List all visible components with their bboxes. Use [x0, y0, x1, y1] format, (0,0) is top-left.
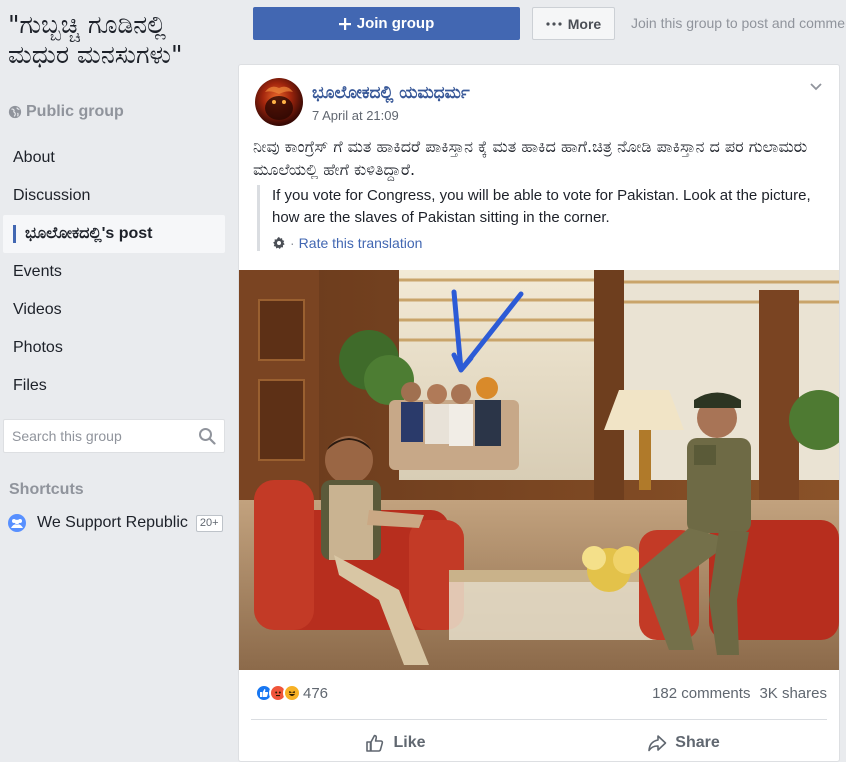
- share-label: Share: [675, 734, 720, 751]
- translation-block: If you vote for Congress, you will be ab…: [257, 185, 829, 251]
- action-divider: [251, 719, 827, 720]
- sidebar-item-photos[interactable]: Photos: [0, 329, 230, 367]
- separator-dot: ·: [290, 235, 295, 251]
- sidebar-item-discussion[interactable]: Discussion: [0, 177, 230, 215]
- thumbs-up-icon: [366, 734, 384, 752]
- sidebar-item-label: About: [13, 149, 55, 166]
- join-group-button[interactable]: Join group: [253, 7, 520, 40]
- translation-text: If you vote for Congress, you will be ab…: [272, 187, 811, 226]
- sidebar-item-files[interactable]: Files: [0, 367, 230, 405]
- sidebar-item-label: Events: [13, 263, 62, 280]
- sidebar-item-label: Photos: [13, 339, 63, 356]
- group-sidebar: "ಗುಬ್ಬಚ್ಚಿ ಗೂಡಿನಲ್ಲಿ ಮಧುರ ಮನಸುಗಳು" Publi…: [0, 0, 238, 762]
- haha-reaction-icon: [283, 684, 301, 702]
- group-nav: About Discussion ಭೂಲೋಕದಲ್ಲಿ's post Event…: [0, 139, 230, 405]
- group-title[interactable]: "ಗುಬ್ಬಚ್ಚಿ ಗೂಡಿನಲ್ಲಿ ಮಧುರ ಮನಸುಗಳು": [8, 10, 233, 70]
- plus-icon: [338, 17, 351, 30]
- reactions-bar: 476 182 comments 3K shares: [255, 681, 827, 705]
- sidebar-item-label: Files: [13, 377, 47, 394]
- group-search: [3, 419, 225, 453]
- group-post: ಭೂಲೋಕದಲ್ಲಿ ಯಮಧರ್ಮ 7 April at 21:09 ನೀವು …: [238, 64, 840, 762]
- sidebar-item-events[interactable]: Events: [0, 253, 230, 291]
- gear-icon: [273, 236, 285, 249]
- reaction-icons[interactable]: [255, 684, 301, 702]
- post-photo[interactable]: [239, 270, 839, 670]
- share-arrow-icon: [648, 735, 667, 752]
- chevron-down-icon[interactable]: [807, 77, 825, 95]
- sidebar-item-videos[interactable]: Videos: [0, 291, 230, 329]
- group-privacy-label: Public group: [26, 103, 124, 120]
- post-stats: 182 comments 3K shares: [652, 685, 827, 702]
- sidebar-item-label: Videos: [13, 301, 62, 318]
- shortcuts-heading: Shortcuts: [9, 481, 84, 498]
- post-text: ನೀವು ಕಾಂಗ್ರೆಸ್ ಗೆ ಮತ ಹಾಕಿದರೆ ಪಾಕಿಸ್ತಾನ ಕ…: [253, 137, 808, 179]
- post-timestamp[interactable]: 7 April at 21:09: [312, 108, 399, 123]
- rate-translation-label: Rate this translation: [298, 235, 423, 251]
- sidebar-item-post[interactable]: ಭೂಲೋಕದಲ್ಲಿ's post: [3, 215, 225, 253]
- group-privacy: Public group: [8, 103, 124, 121]
- join-group-label: Join group: [356, 15, 435, 32]
- join-hint: Join this group to post and comment.: [631, 15, 846, 31]
- author-avatar[interactable]: [255, 78, 303, 126]
- ellipsis-icon: [546, 21, 562, 26]
- shortcut-we-support-republic[interactable]: We Support Republic 20+: [8, 511, 223, 535]
- reaction-count[interactable]: 476: [303, 685, 328, 702]
- post-author[interactable]: ಭೂಲೋಕದಲ್ಲಿ ಯಮಧರ್ಮ: [312, 83, 470, 103]
- like-button[interactable]: Like: [251, 727, 539, 759]
- sidebar-item-label: Discussion: [13, 187, 91, 204]
- search-icon[interactable]: [198, 427, 216, 445]
- shortcut-label: We Support Republic: [37, 514, 188, 531]
- comments-count[interactable]: 182 comments: [652, 685, 750, 702]
- globe-icon: [8, 105, 22, 119]
- shortcut-badge: 20+: [195, 514, 223, 532]
- group-icon: [8, 514, 26, 532]
- sidebar-item-label: ಭೂಲೋಕದಲ್ಲಿ's post: [25, 225, 153, 242]
- shares-count[interactable]: 3K shares: [759, 685, 827, 702]
- search-input[interactable]: [12, 428, 198, 444]
- more-button[interactable]: More: [532, 7, 615, 40]
- more-label: More: [567, 15, 602, 32]
- like-label: Like: [393, 734, 426, 751]
- post-actions: Like Share: [251, 727, 827, 759]
- sidebar-item-about[interactable]: About: [0, 139, 230, 177]
- share-button[interactable]: Share: [539, 727, 827, 759]
- rate-translation[interactable]: · Rate this translation: [272, 235, 829, 251]
